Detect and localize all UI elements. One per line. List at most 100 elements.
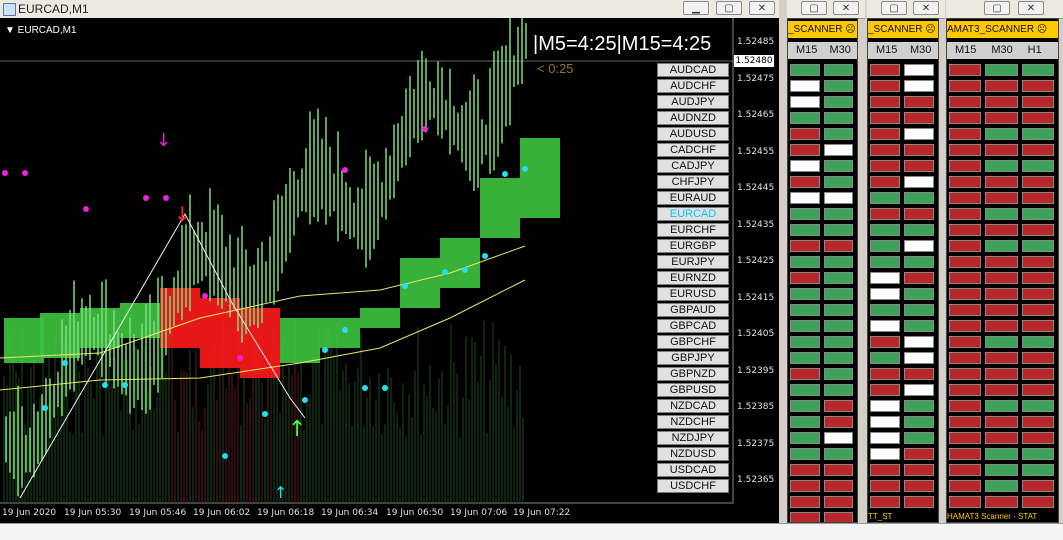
scanner-cell[interactable]	[949, 320, 982, 332]
scanner-cell[interactable]	[904, 128, 934, 140]
scanner-cell[interactable]	[870, 112, 900, 124]
scanner-cell[interactable]	[949, 272, 982, 284]
scanner-cell[interactable]	[823, 192, 853, 204]
scanner-cell[interactable]	[1021, 128, 1054, 140]
scanner-cell[interactable]	[870, 416, 900, 428]
scanner-cell[interactable]	[985, 320, 1018, 332]
scanner-cell[interactable]	[904, 352, 934, 364]
scanner-cell[interactable]	[790, 464, 820, 476]
scanner-cell[interactable]	[1021, 208, 1054, 220]
scanner-cell[interactable]	[823, 304, 853, 316]
scanner-cell[interactable]	[823, 256, 853, 268]
scanner-cell[interactable]	[1021, 496, 1054, 508]
scanner-cell[interactable]	[790, 512, 820, 522]
scanner-cell[interactable]	[904, 320, 934, 332]
scanner-cell[interactable]	[904, 368, 934, 380]
scanner-cell[interactable]	[1021, 272, 1054, 284]
scanner-cell[interactable]	[949, 192, 982, 204]
scanner-cell[interactable]	[1021, 384, 1054, 396]
scanner-cell[interactable]	[870, 400, 900, 412]
scanner-cell[interactable]	[1021, 96, 1054, 108]
symbol-button[interactable]: GBPCHF	[657, 335, 729, 349]
scanner-cell[interactable]	[790, 400, 820, 412]
scanner-cell[interactable]	[949, 240, 982, 252]
scanner-cell[interactable]	[985, 400, 1018, 412]
scanner-cell[interactable]	[1021, 352, 1054, 364]
scanner-cell[interactable]	[904, 64, 934, 76]
scanner-cell[interactable]	[985, 128, 1018, 140]
minimize-button[interactable]: ▁	[683, 1, 709, 15]
scanner-cell[interactable]	[985, 112, 1018, 124]
scanner-cell[interactable]	[1021, 416, 1054, 428]
chart-window[interactable]: EURCAD,M1 ▁ ▢ ✕ ↓ ↓ ↑ ↑ ▼ EURCAD,M1 |M5=4:2…	[0, 0, 779, 523]
scanner-2-titlebar[interactable]: ▢ ✕	[867, 0, 945, 19]
scanner-cell[interactable]	[823, 128, 853, 140]
scanner-cell[interactable]	[1021, 160, 1054, 172]
scanner-cell[interactable]	[790, 368, 820, 380]
symbol-button[interactable]: EURJPY	[657, 255, 729, 269]
scanner-cell[interactable]	[870, 272, 900, 284]
symbol-button[interactable]: EURCHF	[657, 223, 729, 237]
scanner-cell[interactable]	[790, 336, 820, 348]
scanner-cell[interactable]	[985, 208, 1018, 220]
scanner-cell[interactable]	[790, 256, 820, 268]
scanner-cell[interactable]	[985, 192, 1018, 204]
scanner-cell[interactable]	[1021, 448, 1054, 460]
scanner-cell[interactable]	[870, 464, 900, 476]
symbol-button[interactable]: GBPNZD	[657, 367, 729, 381]
scanner-cell[interactable]	[823, 432, 853, 444]
scanner-cell[interactable]	[870, 480, 900, 492]
scanner-cell[interactable]	[949, 256, 982, 268]
scanner-cell[interactable]	[949, 128, 982, 140]
scanner-cell[interactable]	[985, 64, 1018, 76]
scanner-cell[interactable]	[904, 288, 934, 300]
scanner-cell[interactable]	[1021, 176, 1054, 188]
scanner-cell[interactable]	[870, 192, 900, 204]
scanner-cell[interactable]	[949, 144, 982, 156]
scanner-cell[interactable]	[790, 176, 820, 188]
scanner-cell[interactable]	[949, 496, 982, 508]
scanner-cell[interactable]	[790, 448, 820, 460]
scanner-cell[interactable]	[790, 304, 820, 316]
scanner-cell[interactable]	[949, 336, 982, 348]
scanner-cell[interactable]	[870, 432, 900, 444]
scanner-2-maximize-button[interactable]: ▢	[881, 1, 907, 15]
scanner-cell[interactable]	[870, 288, 900, 300]
scanner-cell[interactable]	[790, 192, 820, 204]
symbol-button[interactable]: AUDCAD	[657, 63, 729, 77]
scanner-cell[interactable]	[985, 256, 1018, 268]
scanner-cell[interactable]	[949, 368, 982, 380]
scanner-cell[interactable]	[985, 336, 1018, 348]
scanner-cell[interactable]	[1021, 64, 1054, 76]
scanner-2-close-button[interactable]: ✕	[913, 1, 939, 15]
scanner-cell[interactable]	[823, 64, 853, 76]
scanner-cell[interactable]	[790, 64, 820, 76]
scanner-cell[interactable]	[904, 192, 934, 204]
scanner-cell[interactable]	[985, 144, 1018, 156]
scanner-cell[interactable]	[870, 448, 900, 460]
scanner-cell[interactable]	[904, 336, 934, 348]
scanner-cell[interactable]	[790, 112, 820, 124]
symbol-button[interactable]: USDCAD	[657, 463, 729, 477]
scanner-cell[interactable]	[1021, 240, 1054, 252]
scanner-cell[interactable]	[949, 176, 982, 188]
maximize-button[interactable]: ▢	[716, 1, 742, 15]
symbol-button[interactable]: EURUSD	[657, 287, 729, 301]
symbol-button[interactable]: CADCHF	[657, 143, 729, 157]
window-titlebar[interactable]: EURCAD,M1 ▁ ▢ ✕	[0, 0, 779, 19]
symbol-button[interactable]: GBPCAD	[657, 319, 729, 333]
scanner-cell[interactable]	[949, 304, 982, 316]
scanner-cell[interactable]	[985, 480, 1018, 492]
scanner-cell[interactable]	[823, 208, 853, 220]
scanner-cell[interactable]	[1021, 336, 1054, 348]
scanner-cell[interactable]	[870, 352, 900, 364]
symbol-button[interactable]: NZDUSD	[657, 447, 729, 461]
symbol-button[interactable]: CHFJPY	[657, 175, 729, 189]
scanner-cell[interactable]	[790, 240, 820, 252]
scanner-cell[interactable]	[790, 80, 820, 92]
scanner-cell[interactable]	[904, 256, 934, 268]
scanner-cell[interactable]	[790, 416, 820, 428]
scanner-cell[interactable]	[1021, 480, 1054, 492]
scanner-cell[interactable]	[870, 144, 900, 156]
scanner-cell[interactable]	[904, 464, 934, 476]
